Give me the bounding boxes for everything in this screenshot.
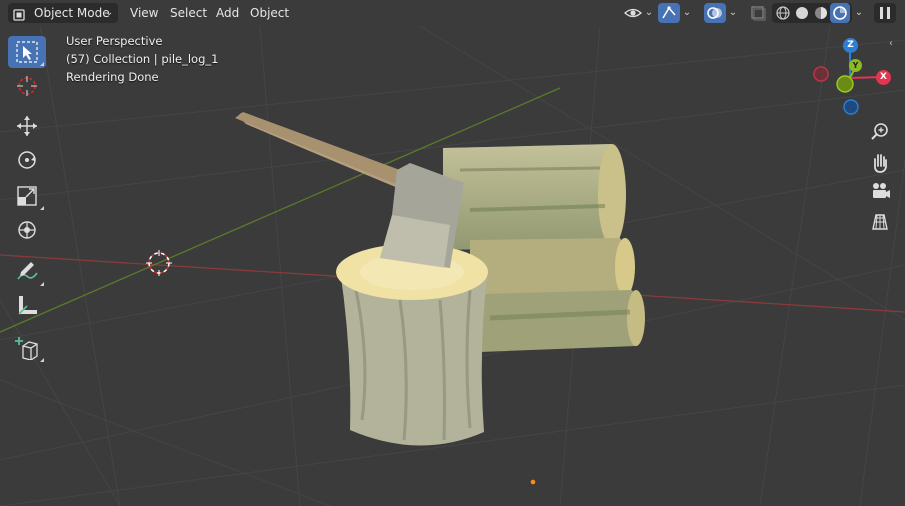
menu-object[interactable]: Object bbox=[250, 3, 289, 23]
cursor-tool[interactable] bbox=[8, 70, 46, 102]
navigation-gizmo[interactable]: Z Y X bbox=[808, 36, 894, 116]
perspective-label: User Perspective bbox=[66, 34, 163, 48]
mode-label: Object Mode bbox=[34, 6, 110, 20]
material-shading-icon bbox=[815, 7, 827, 19]
pause-render-button[interactable] bbox=[874, 3, 896, 23]
gizmo-y-axis[interactable]: Y bbox=[849, 59, 862, 72]
hand-icon bbox=[874, 154, 887, 173]
annotate-tool[interactable] bbox=[8, 256, 46, 288]
mode-selector[interactable]: Object Mode ⌄ bbox=[8, 3, 118, 23]
measure-ruler-icon bbox=[18, 296, 37, 315]
rendered-shading-button[interactable] bbox=[830, 3, 850, 23]
tree-stump bbox=[336, 244, 488, 446]
menu-select[interactable]: Select bbox=[170, 3, 207, 23]
render-status-label: Rendering Done bbox=[66, 70, 159, 84]
object-origin bbox=[530, 479, 536, 485]
collection-label: (57) Collection | pile_log_1 bbox=[66, 52, 219, 66]
rotate-icon bbox=[18, 151, 36, 169]
rotate-tool[interactable] bbox=[8, 144, 46, 176]
visibility-button[interactable] bbox=[622, 3, 644, 23]
add-cube-icon bbox=[15, 337, 38, 360]
move-tool[interactable] bbox=[8, 110, 46, 142]
wireframe-shading-icon bbox=[776, 6, 790, 20]
gizmo-x-axis[interactable]: X bbox=[876, 70, 891, 85]
gizmo-toggle-button[interactable] bbox=[658, 3, 680, 23]
camera-view-button[interactable] bbox=[866, 178, 894, 206]
rendered-shading-icon bbox=[833, 6, 847, 20]
chevron-down-icon[interactable]: ⌄ bbox=[726, 3, 740, 23]
zoom-button[interactable] bbox=[866, 118, 894, 146]
select-cursor-icon bbox=[16, 41, 38, 63]
chevron-down-icon: ⌄ bbox=[105, 7, 114, 18]
overlays-icon bbox=[707, 7, 722, 19]
object-mode-icon bbox=[13, 7, 25, 21]
zoom-magnifier-icon bbox=[871, 123, 888, 140]
select-box-tool[interactable] bbox=[8, 36, 46, 68]
gizmo-z-axis[interactable]: Z bbox=[843, 38, 858, 53]
solid-shading-icon bbox=[796, 7, 808, 19]
chevron-down-icon[interactable]: ⌄ bbox=[642, 3, 656, 23]
gizmo-icon bbox=[662, 6, 676, 19]
camera-icon bbox=[873, 183, 890, 198]
overlay-toggle-button[interactable] bbox=[704, 3, 726, 23]
xray-icon bbox=[751, 6, 766, 21]
eye-icon bbox=[624, 8, 642, 18]
annotate-pencil-icon bbox=[17, 262, 38, 280]
menu-add[interactable]: Add bbox=[216, 3, 239, 23]
viewport-header: Object Mode ⌄ View Select Add Object ⌄ ⌄… bbox=[0, 0, 905, 26]
menu-view[interactable]: View bbox=[130, 3, 158, 23]
chevron-down-icon[interactable]: ⌄ bbox=[852, 3, 866, 23]
perspective-toggle-button[interactable] bbox=[866, 208, 894, 236]
grid-perspective-icon bbox=[872, 214, 888, 230]
xray-toggle-button[interactable] bbox=[748, 3, 768, 23]
scale-tool[interactable] bbox=[8, 180, 46, 212]
pause-icon bbox=[880, 7, 890, 19]
move-arrows-icon bbox=[17, 116, 37, 136]
scale-icon bbox=[17, 186, 37, 206]
transform-icon bbox=[18, 221, 36, 239]
transform-tool[interactable] bbox=[8, 214, 46, 246]
collapse-chevron-icon[interactable]: ‹ bbox=[889, 38, 893, 49]
add-cube-tool[interactable] bbox=[8, 332, 46, 364]
pan-button[interactable] bbox=[866, 148, 894, 176]
measure-tool[interactable] bbox=[8, 290, 46, 322]
3d-cursor-icon bbox=[17, 76, 37, 96]
chevron-down-icon[interactable]: ⌄ bbox=[680, 3, 694, 23]
